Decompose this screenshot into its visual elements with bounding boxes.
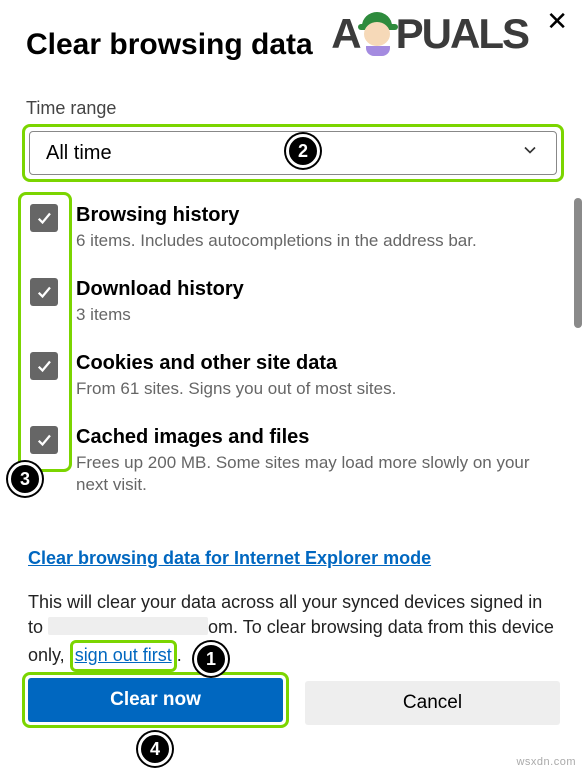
brand-mascot-icon (358, 12, 398, 56)
redacted-email (48, 617, 208, 635)
button-row: Clear now Cancel (22, 672, 560, 728)
checkbox-browsing-history[interactable] (30, 204, 58, 232)
annotation-badge-4: 4 (138, 732, 172, 766)
item-title: Cookies and other site data (76, 350, 560, 376)
cancel-button[interactable]: Cancel (305, 681, 560, 725)
item-desc: Frees up 200 MB. Some sites may load mor… (76, 452, 560, 496)
clear-ie-mode-link[interactable]: Clear browsing data for Internet Explore… (28, 548, 431, 569)
close-icon[interactable]: ✕ (546, 8, 568, 34)
annotation-badge-2: 2 (286, 134, 320, 168)
annotation-badge-3: 3 (8, 462, 42, 496)
checkbox-cached[interactable] (30, 426, 58, 454)
brand-logo: A PUALS (331, 10, 528, 58)
brand-letters-rest: PUALS (396, 10, 528, 58)
data-type-list: Browsing history 6 items. Includes autoc… (30, 202, 560, 506)
clear-now-highlight: Clear now (22, 672, 289, 728)
sign-out-highlight: sign out first (70, 640, 177, 671)
scrollbar-thumb[interactable] (574, 198, 582, 328)
chevron-down-icon (520, 140, 540, 166)
item-title: Cached images and files (76, 424, 560, 450)
item-desc: 6 items. Includes autocompletions in the… (76, 230, 560, 252)
brand-letter-a: A (331, 10, 359, 58)
time-range-value: All time (46, 142, 112, 165)
list-item: Browsing history 6 items. Includes autoc… (30, 202, 560, 252)
item-title: Download history (76, 276, 560, 302)
sign-out-link[interactable]: sign out first (75, 645, 172, 665)
item-title: Browsing history (76, 202, 560, 228)
list-item: Cookies and other site data From 61 site… (30, 350, 560, 400)
info-text-3: . (177, 645, 182, 665)
watermark: wsxdn.com (516, 756, 576, 768)
item-desc: 3 items (76, 304, 560, 326)
item-desc: From 61 sites. Signs you out of most sit… (76, 378, 560, 400)
checkbox-cookies[interactable] (30, 352, 58, 380)
annotation-badge-1: 1 (194, 642, 228, 676)
clear-browsing-data-dialog: A PUALS ✕ Clear browsing data Time range… (0, 0, 586, 774)
list-item: Download history 3 items (30, 276, 560, 326)
time-range-label: Time range (26, 98, 560, 119)
list-item: Cached images and files Frees up 200 MB.… (30, 424, 560, 496)
clear-now-button[interactable]: Clear now (28, 678, 283, 722)
checkbox-download-history[interactable] (30, 278, 58, 306)
sync-info-text: This will clear your data across all you… (28, 590, 560, 672)
